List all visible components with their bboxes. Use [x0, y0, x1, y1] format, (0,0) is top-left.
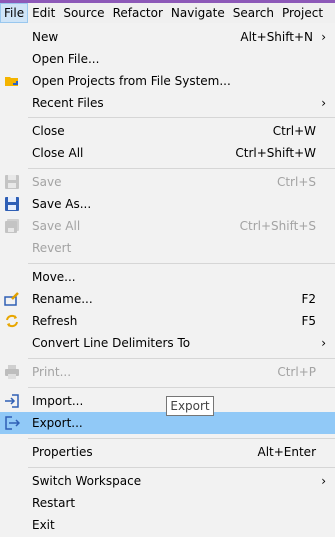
menu-item-shortcut: Ctrl+S	[276, 175, 316, 189]
menu-item-label: Revert	[32, 241, 72, 255]
menu-item-new[interactable]: New Alt+Shift+N ›	[0, 26, 335, 48]
menu-item-shortcut: Ctrl+W	[272, 124, 316, 138]
menu-item-label: Move...	[32, 270, 76, 284]
menu-item-properties[interactable]: Properties Alt+Enter	[0, 441, 335, 463]
menu-item-label: Restart	[32, 496, 76, 510]
menu-item-label: Switch Workspace	[32, 474, 142, 488]
menubar-file[interactable]: File	[0, 3, 29, 23]
menu-item-label: Refresh	[32, 314, 78, 328]
submenu-arrow-icon: ›	[321, 336, 326, 350]
menu-item-open-projects[interactable]: Open Projects from File System...	[0, 70, 335, 92]
menu-separator	[28, 438, 335, 439]
menu-item-switch-workspace[interactable]: Switch Workspace ›	[0, 470, 335, 492]
menu-item-label: Recent Files	[32, 96, 104, 110]
menu-item-revert: Revert	[0, 237, 335, 259]
menu-item-shortcut: Alt+Enter	[257, 445, 316, 459]
menu-item-close-all[interactable]: Close All Ctrl+Shift+W	[0, 142, 335, 164]
menu-item-shortcut: Ctrl+Shift+W	[235, 146, 316, 160]
print-icon	[4, 364, 20, 380]
menu-item-restart[interactable]: Restart	[0, 492, 335, 514]
menu-item-shortcut: Ctrl+Shift+S	[239, 219, 316, 233]
refresh-icon	[4, 313, 20, 329]
menu-item-label: Convert Line Delimiters To	[32, 336, 191, 350]
menu-item-shortcut: Alt+Shift+N	[240, 30, 313, 44]
menu-item-label: Import...	[32, 394, 84, 408]
menu-item-label: Open Projects from File System...	[32, 74, 231, 88]
menu-separator	[28, 263, 335, 264]
menu-item-label: Close	[32, 124, 65, 138]
menu-item-label: Save	[32, 175, 62, 189]
menu-item-shortcut: F2	[301, 292, 316, 306]
menu-item-label: Exit	[32, 518, 55, 532]
menu-item-label: Close All	[32, 146, 84, 160]
menu-item-save: Save Ctrl+S	[0, 171, 335, 193]
export-icon	[4, 415, 21, 431]
submenu-arrow-icon: ›	[321, 96, 326, 110]
menu-item-label: Rename...	[32, 292, 93, 306]
menu-item-close[interactable]: Close Ctrl+W	[0, 120, 335, 142]
menu-item-label: Open File...	[32, 52, 100, 66]
menu-item-label: Properties	[32, 445, 93, 459]
menu-item-rename[interactable]: Rename... F2	[0, 288, 335, 310]
menu-item-save-all: Save All Ctrl+Shift+S	[0, 215, 335, 237]
folder-icon	[4, 73, 20, 89]
menu-separator	[28, 358, 335, 359]
menu-item-move[interactable]: Move...	[0, 266, 335, 288]
menu-item-save-as[interactable]: Save As...	[0, 193, 335, 215]
menubar-navigate[interactable]: Navigate	[167, 3, 229, 23]
file-menu: New Alt+Shift+N › Open File... Open Proj…	[0, 23, 335, 537]
menu-separator	[28, 467, 335, 468]
menubar-edit[interactable]: Edit	[28, 3, 59, 23]
import-icon	[4, 393, 20, 409]
submenu-arrow-icon: ›	[321, 30, 326, 44]
menu-item-open-file[interactable]: Open File...	[0, 48, 335, 70]
menu-item-label: Print...	[32, 365, 72, 379]
save-icon	[4, 174, 20, 190]
export-tooltip: Export	[166, 396, 214, 416]
menu-separator	[28, 168, 335, 169]
save-all-icon	[4, 218, 20, 234]
menu-item-label: Export...	[32, 416, 83, 430]
menu-separator	[28, 387, 335, 388]
menubar: File Edit Source Refactor Navigate Searc…	[0, 3, 335, 23]
menu-item-refresh[interactable]: Refresh F5	[0, 310, 335, 332]
menu-item-label: New	[32, 30, 59, 44]
menu-separator	[28, 117, 335, 118]
rename-icon	[4, 291, 20, 307]
menu-item-print: Print... Ctrl+P	[0, 361, 335, 383]
menu-item-exit[interactable]: Exit	[0, 514, 335, 536]
menu-item-label: Save All	[32, 219, 81, 233]
menubar-refactor[interactable]: Refactor	[109, 3, 167, 23]
menubar-source[interactable]: Source	[59, 3, 108, 23]
menu-item-recent-files[interactable]: Recent Files ›	[0, 92, 335, 114]
menu-item-shortcut: Ctrl+P	[277, 365, 316, 379]
menu-item-shortcut: F5	[301, 314, 316, 328]
save-as-icon	[4, 196, 20, 212]
submenu-arrow-icon: ›	[321, 474, 326, 488]
menubar-project[interactable]: Project	[278, 3, 327, 23]
menubar-search[interactable]: Search	[229, 3, 278, 23]
menu-item-label: Save As...	[32, 197, 92, 211]
menu-item-convert-line-delimiters[interactable]: Convert Line Delimiters To ›	[0, 332, 335, 354]
